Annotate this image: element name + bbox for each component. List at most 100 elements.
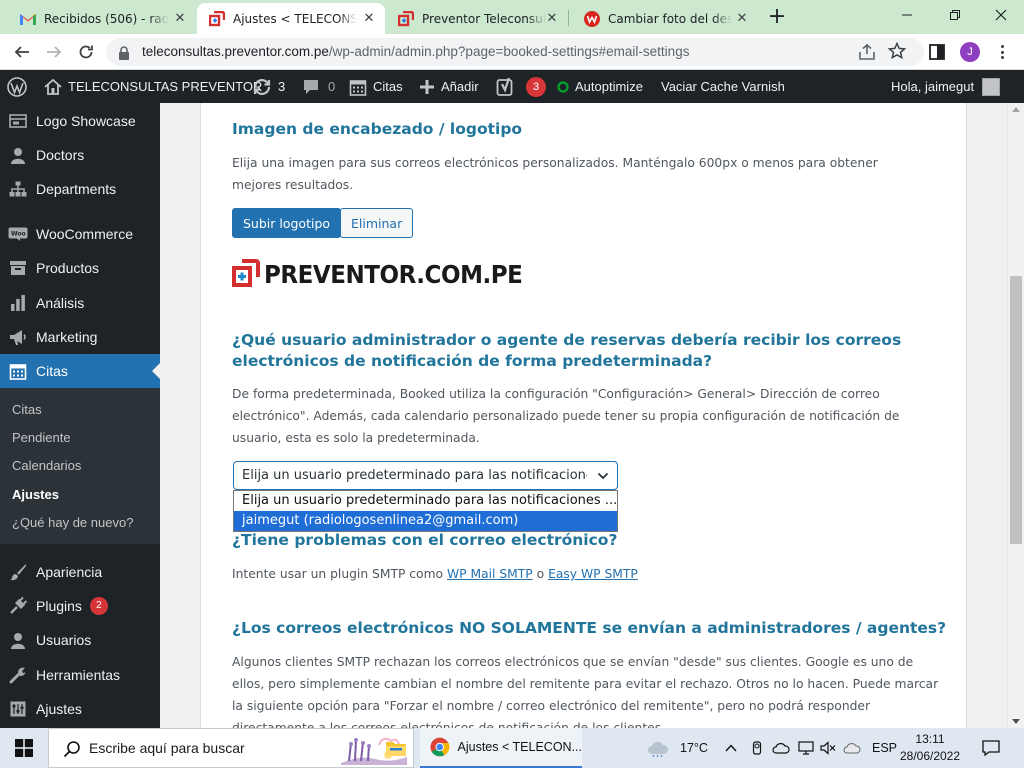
sidebar-item-label: Herramientas bbox=[36, 667, 121, 683]
citas-submenu: Citas Pendiente Calendarios Ajustes ¿Qué… bbox=[0, 388, 160, 544]
woocommerce-icon: Woo bbox=[0, 227, 36, 241]
updates-link[interactable]: 3 bbox=[252, 70, 285, 103]
avatar bbox=[982, 77, 1001, 96]
close-tab-icon[interactable]: ✕ bbox=[361, 11, 377, 27]
sidebar-item-productos[interactable]: Productos bbox=[0, 251, 160, 285]
minimize-button[interactable] bbox=[884, 0, 930, 30]
onedrive-cloud-icon[interactable] bbox=[772, 728, 790, 768]
close-tab-icon[interactable]: ✕ bbox=[734, 11, 750, 27]
tab-title: Ajustes < TELECONSULTAS PREVENTOR bbox=[233, 11, 357, 26]
notifications-button[interactable] bbox=[982, 728, 1000, 768]
archive-icon bbox=[0, 260, 36, 276]
share-icon[interactable] bbox=[858, 43, 876, 65]
megaphone-icon bbox=[0, 328, 36, 346]
close-tab-icon[interactable]: ✕ bbox=[172, 11, 188, 27]
autoptimize-link[interactable]: Autoptimize bbox=[557, 70, 643, 103]
sidebar-item-label: Análisis bbox=[36, 295, 85, 311]
bookmark-star-icon[interactable] bbox=[887, 41, 907, 64]
close-window-button[interactable] bbox=[978, 0, 1024, 30]
submenu-ajustes[interactable]: Ajustes bbox=[12, 487, 59, 502]
sidebar-item-analisis[interactable]: Análisis bbox=[0, 286, 160, 320]
meet-now-icon[interactable] bbox=[750, 728, 764, 768]
greeting: Hola, jaimegut bbox=[891, 79, 975, 94]
wordpress-logo-icon[interactable] bbox=[7, 70, 33, 103]
side-panel-icon[interactable] bbox=[929, 44, 945, 64]
yoast-link[interactable]: 3 bbox=[496, 70, 546, 103]
sidebar-item-logo-showcase[interactable]: Logo Showcase bbox=[0, 104, 160, 138]
sidebar-item-label: Logo Showcase bbox=[36, 113, 136, 129]
close-tab-icon[interactable]: ✕ bbox=[544, 11, 560, 27]
sidebar-item-usuarios[interactable]: Usuarios bbox=[0, 623, 160, 657]
windows-logo-icon bbox=[15, 739, 33, 757]
weather-alert-icon[interactable] bbox=[843, 728, 861, 768]
plus-icon bbox=[420, 79, 434, 94]
start-button[interactable] bbox=[0, 728, 48, 768]
easy-wp-smtp-link[interactable]: Easy WP SMTP bbox=[548, 567, 638, 581]
my-account-link[interactable]: Hola, jaimegut bbox=[891, 70, 1001, 103]
citas-label: Citas bbox=[373, 79, 403, 94]
sidebar-item-herramientas[interactable]: Herramientas bbox=[0, 658, 160, 692]
site-name-link[interactable]: TELECONSULTAS PREVENTOR bbox=[44, 70, 262, 103]
submenu-pendiente[interactable]: Pendiente bbox=[12, 430, 71, 445]
comment-icon bbox=[304, 79, 318, 94]
sidebar-item-woocommerce[interactable]: Woo WooCommerce bbox=[0, 217, 160, 251]
varnish-link[interactable]: Vaciar Cache Varnish bbox=[661, 70, 785, 103]
search-icon bbox=[63, 741, 80, 758]
citas-link[interactable]: Citas bbox=[349, 70, 403, 103]
sidebar-item-citas[interactable]: Citas bbox=[0, 354, 160, 388]
sidebar-item-doctors[interactable]: Doctors bbox=[0, 138, 160, 172]
submenu-whats-new[interactable]: ¿Qué hay de nuevo? bbox=[12, 515, 133, 530]
sidebar-item-apariencia[interactable]: Apariencia bbox=[0, 555, 160, 589]
not-only-admins-heading: ¿Los correos electrónicos NO SOLAMENTE s… bbox=[232, 619, 947, 637]
default-user-select[interactable]: Elija un usuario predeterminado para las… bbox=[233, 461, 618, 490]
browser-menu-icon[interactable] bbox=[994, 42, 1010, 62]
page-scrollbar[interactable] bbox=[1007, 103, 1024, 728]
show-hidden-icons-button[interactable] bbox=[725, 728, 737, 768]
add-new-link[interactable]: Añadir bbox=[419, 70, 479, 103]
back-button[interactable] bbox=[10, 40, 34, 64]
taskbar-search-box[interactable]: Escribe aquí para buscar bbox=[48, 728, 414, 768]
tab-separator bbox=[568, 10, 569, 26]
upload-logo-button[interactable]: Subir logotipo bbox=[232, 208, 342, 238]
sidebar-item-label: Marketing bbox=[36, 329, 98, 345]
restore-button[interactable] bbox=[932, 0, 978, 30]
sitemap-icon bbox=[0, 181, 36, 197]
logo-section-description: Elija una imagen para sus correos electr… bbox=[232, 156, 878, 192]
lock-icon[interactable] bbox=[118, 45, 130, 64]
tab-preventor[interactable]: Preventor Teleconsultas ✕ bbox=[386, 3, 568, 34]
status-circle-icon bbox=[557, 80, 569, 93]
comments-link[interactable]: 0 bbox=[302, 70, 335, 103]
scroll-down-arrow-icon[interactable] bbox=[1012, 719, 1020, 724]
select-option[interactable]: Elija un usuario predeterminado para las… bbox=[234, 491, 617, 511]
reload-button[interactable] bbox=[74, 40, 98, 64]
sidebar-item-ajustes[interactable]: Ajustes bbox=[0, 692, 160, 726]
volume-muted-icon[interactable] bbox=[820, 728, 836, 768]
wp-mail-smtp-link[interactable]: WP Mail SMTP bbox=[447, 567, 533, 581]
submenu-citas[interactable]: Citas bbox=[12, 402, 42, 417]
profile-avatar[interactable]: J bbox=[960, 42, 980, 62]
sidebar-item-plugins[interactable]: Plugins 2 bbox=[0, 589, 160, 623]
sidebar-item-departments[interactable]: Departments bbox=[0, 172, 160, 206]
chrome-taskbar-button[interactable]: Ajustes < TELECON... bbox=[420, 728, 582, 768]
remove-logo-button[interactable]: Eliminar bbox=[340, 208, 414, 238]
submenu-calendarios[interactable]: Calendarios bbox=[12, 458, 81, 473]
system-clock[interactable]: 13:11 28/06/2022 bbox=[892, 731, 968, 765]
tab-gmail[interactable]: Recibidos (506) - radiol ✕ bbox=[8, 3, 196, 34]
tab-wordfence[interactable]: Cambiar foto del destino ✕ bbox=[572, 3, 758, 34]
calendar-icon bbox=[0, 362, 36, 380]
tab-title: Preventor Teleconsultas bbox=[422, 11, 546, 26]
scroll-up-arrow-icon[interactable] bbox=[1012, 107, 1020, 112]
select-option[interactable]: jaimegut (radiologosenlinea2@gmail.com) bbox=[234, 511, 617, 531]
new-tab-button[interactable]: + bbox=[766, 6, 788, 28]
file-explorer-button[interactable] bbox=[378, 728, 414, 768]
network-icon[interactable] bbox=[798, 728, 814, 768]
forward-button[interactable] bbox=[42, 40, 66, 64]
folder-icon bbox=[386, 742, 406, 756]
tab-ajustes[interactable]: Ajustes < TELECONSULTAS PREVENTOR ✕ bbox=[197, 3, 385, 34]
sidebar-item-marketing[interactable]: Marketing bbox=[0, 320, 160, 354]
wp-admin-menu: Logo Showcase Doctors Departments Woo Wo… bbox=[0, 103, 160, 728]
address-bar[interactable]: teleconsultas.preventor.com.pe/wp-admin/… bbox=[106, 38, 924, 66]
weather-widget[interactable]: 17°C bbox=[646, 728, 708, 768]
yoast-icon bbox=[496, 77, 513, 96]
scrollbar-thumb[interactable] bbox=[1010, 276, 1022, 544]
